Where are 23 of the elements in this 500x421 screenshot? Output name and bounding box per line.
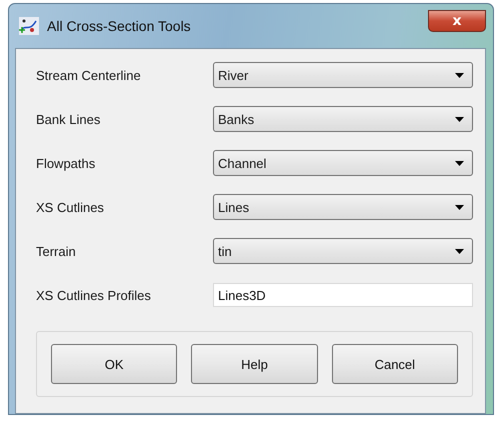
caret-icon [455,204,464,210]
dropdown[interactable]: tin [213,238,473,264]
dialog-button[interactable]: Cancel [332,344,458,384]
dropdown[interactable]: Lines [213,194,473,220]
field-label: XS Cutlines [36,200,105,214]
field-label: Flowpaths [36,156,96,170]
input-field[interactable]: Lines3D [213,283,473,307]
window-title: All Cross-Section Tools [47,18,192,34]
field-label: Bank Lines [36,112,102,126]
caret-icon [455,160,464,166]
field-label: Stream Centerline [36,68,142,82]
dropdown[interactable]: Banks [213,106,473,132]
dialog-button[interactable]: Help [191,344,318,384]
caret-icon [455,248,464,254]
close-button[interactable]: x [428,10,486,32]
field-label: XS Cutlines Profiles [36,288,152,302]
dropdown[interactable]: Channel [213,150,473,176]
caret-icon [455,72,464,78]
dropdown[interactable]: River [213,62,473,88]
field-label: Terrain [36,244,77,258]
caret-icon [455,116,464,122]
dialog-button[interactable]: OK [51,344,178,384]
map-icon [19,17,39,35]
